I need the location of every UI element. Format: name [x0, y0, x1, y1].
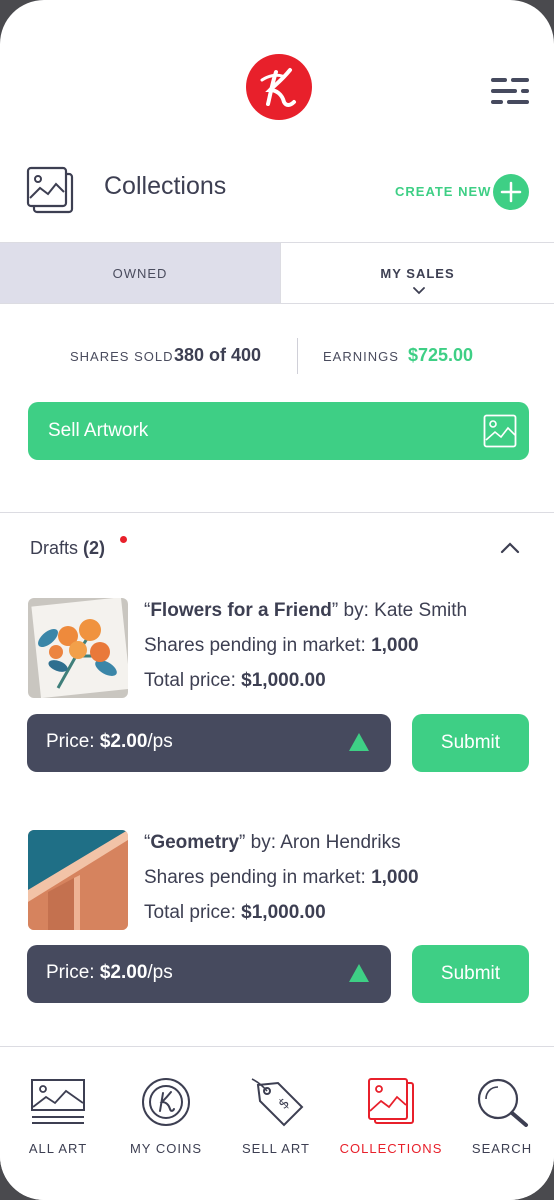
create-new-button[interactable] — [493, 174, 529, 210]
artwork-name: Geometry — [150, 832, 240, 853]
chevron-up-icon[interactable] — [500, 542, 520, 554]
price-label: Price: — [46, 962, 100, 983]
coin-icon — [142, 1078, 190, 1126]
price-tag-icon: $ — [251, 1078, 304, 1127]
collections-icon — [368, 1078, 414, 1124]
total-price-value: $1,000.00 — [241, 902, 326, 923]
notification-dot — [120, 536, 127, 543]
draft-title-line: “Flowers for a Friend” by: Kate Smith — [144, 593, 467, 628]
tab-bar: OWNED MY SALES — [0, 242, 554, 304]
draft-item-details: “Flowers for a Friend” by: Kate Smith Sh… — [144, 593, 467, 698]
stats-divider — [297, 338, 298, 374]
all-art-icon — [31, 1079, 85, 1124]
shares-pending-line: Shares pending in market: 1,000 — [144, 628, 467, 663]
nav-search-label: SEARCH — [471, 1141, 533, 1156]
nav-all-art-label: ALL ART — [28, 1141, 88, 1156]
tab-my-sales[interactable]: MY SALES — [280, 243, 554, 303]
artwork-thumbnail-geometry[interactable] — [28, 830, 128, 930]
earnings-label: EARNINGS — [323, 349, 399, 364]
create-new-link[interactable]: CREATE NEW — [395, 184, 491, 199]
k-logo-icon[interactable] — [246, 54, 312, 120]
nav-my-coins-label: MY COINS — [129, 1141, 203, 1156]
price-unit: /ps — [147, 962, 173, 983]
nav-sell-art[interactable]: $ SELL ART — [221, 1077, 331, 1156]
shares-pending-label: Shares pending in market: — [144, 867, 372, 888]
tab-owned[interactable]: OWNED — [0, 243, 280, 303]
nav-sell-art-label: SELL ART — [242, 1141, 310, 1156]
submit-button[interactable]: Submit — [412, 714, 529, 772]
artwork-artist: ” by: Aron Hendriks — [239, 832, 401, 853]
title-row: Collections CREATE NEW — [0, 160, 554, 220]
shares-pending-value: 1,000 — [371, 867, 419, 888]
shares-pending-value: 1,000 — [371, 635, 419, 656]
nav-my-coins[interactable]: MY COINS — [111, 1077, 221, 1156]
menu-icon[interactable] — [491, 78, 529, 104]
artwork-thumbnail-flowers[interactable] — [28, 598, 128, 698]
price-selector[interactable]: Price: $2.00/ps — [27, 714, 391, 772]
app-screen: Collections CREATE NEW OWNED MY SALES SH… — [0, 0, 554, 1200]
nav-collections-label: COLLECTIONS — [339, 1141, 443, 1156]
collections-icon — [26, 166, 76, 216]
divider — [0, 512, 554, 513]
price-value: $2.00 — [99, 962, 148, 983]
draft-item-details: “Geometry” by: Aron Hendriks Shares pend… — [144, 825, 419, 930]
price-display: Price: $2.00/ps — [46, 731, 173, 753]
image-icon — [483, 414, 517, 448]
page-title: Collections — [104, 172, 227, 200]
price-unit: /ps — [147, 731, 173, 752]
price-selector[interactable]: Price: $2.00/ps — [27, 945, 391, 1003]
drafts-heading: Drafts (2) — [30, 538, 105, 559]
total-price-value: $1,000.00 — [241, 670, 326, 691]
price-value: $2.00 — [99, 731, 148, 752]
earnings-value: $725.00 — [408, 345, 474, 365]
nav-collections[interactable]: COLLECTIONS — [336, 1077, 446, 1156]
tab-my-sales-label: MY SALES — [380, 266, 455, 281]
sell-artwork-label: Sell Artwork — [48, 420, 149, 441]
artwork-name: Flowers for a Friend — [150, 600, 332, 621]
triangle-up-icon[interactable] — [349, 733, 369, 751]
shares-sold-value: 380 of 400 — [174, 345, 262, 365]
artwork-artist: ” by: Kate Smith — [331, 600, 468, 621]
drafts-title: Drafts — [30, 538, 79, 558]
search-icon — [477, 1078, 528, 1127]
svg-text:$: $ — [275, 1095, 293, 1113]
submit-button[interactable]: Submit — [412, 945, 529, 1003]
plus-icon — [500, 181, 522, 203]
shares-pending-label: Shares pending in market: — [144, 635, 372, 656]
triangle-up-icon[interactable] — [349, 964, 369, 982]
price-label: Price: — [46, 731, 100, 752]
total-price-line: Total price: $1,000.00 — [144, 895, 419, 930]
shares-sold-label: SHARES SOLD — [70, 349, 174, 364]
price-display: Price: $2.00/ps — [46, 962, 173, 984]
drafts-count: (2) — [83, 538, 106, 558]
nav-search[interactable]: SEARCH — [447, 1077, 554, 1156]
total-price-line: Total price: $1,000.00 — [144, 663, 467, 698]
shares-pending-line: Shares pending in market: 1,000 — [144, 860, 419, 895]
sales-stats: SHARES SOLD 380 of 400 EARNINGS $725.00 — [0, 338, 554, 378]
sell-artwork-button[interactable]: Sell Artwork — [28, 402, 529, 460]
tab-owned-label: OWNED — [112, 266, 168, 281]
total-price-label: Total price: — [144, 670, 242, 691]
draft-title-line: “Geometry” by: Aron Hendriks — [144, 825, 419, 860]
total-price-label: Total price: — [144, 902, 242, 923]
chevron-down-icon — [413, 287, 425, 295]
nav-all-art[interactable]: ALL ART — [3, 1077, 113, 1156]
bottom-nav: ALL ART MY COINS $ SELL ART COLLECTIONS … — [0, 1046, 554, 1200]
